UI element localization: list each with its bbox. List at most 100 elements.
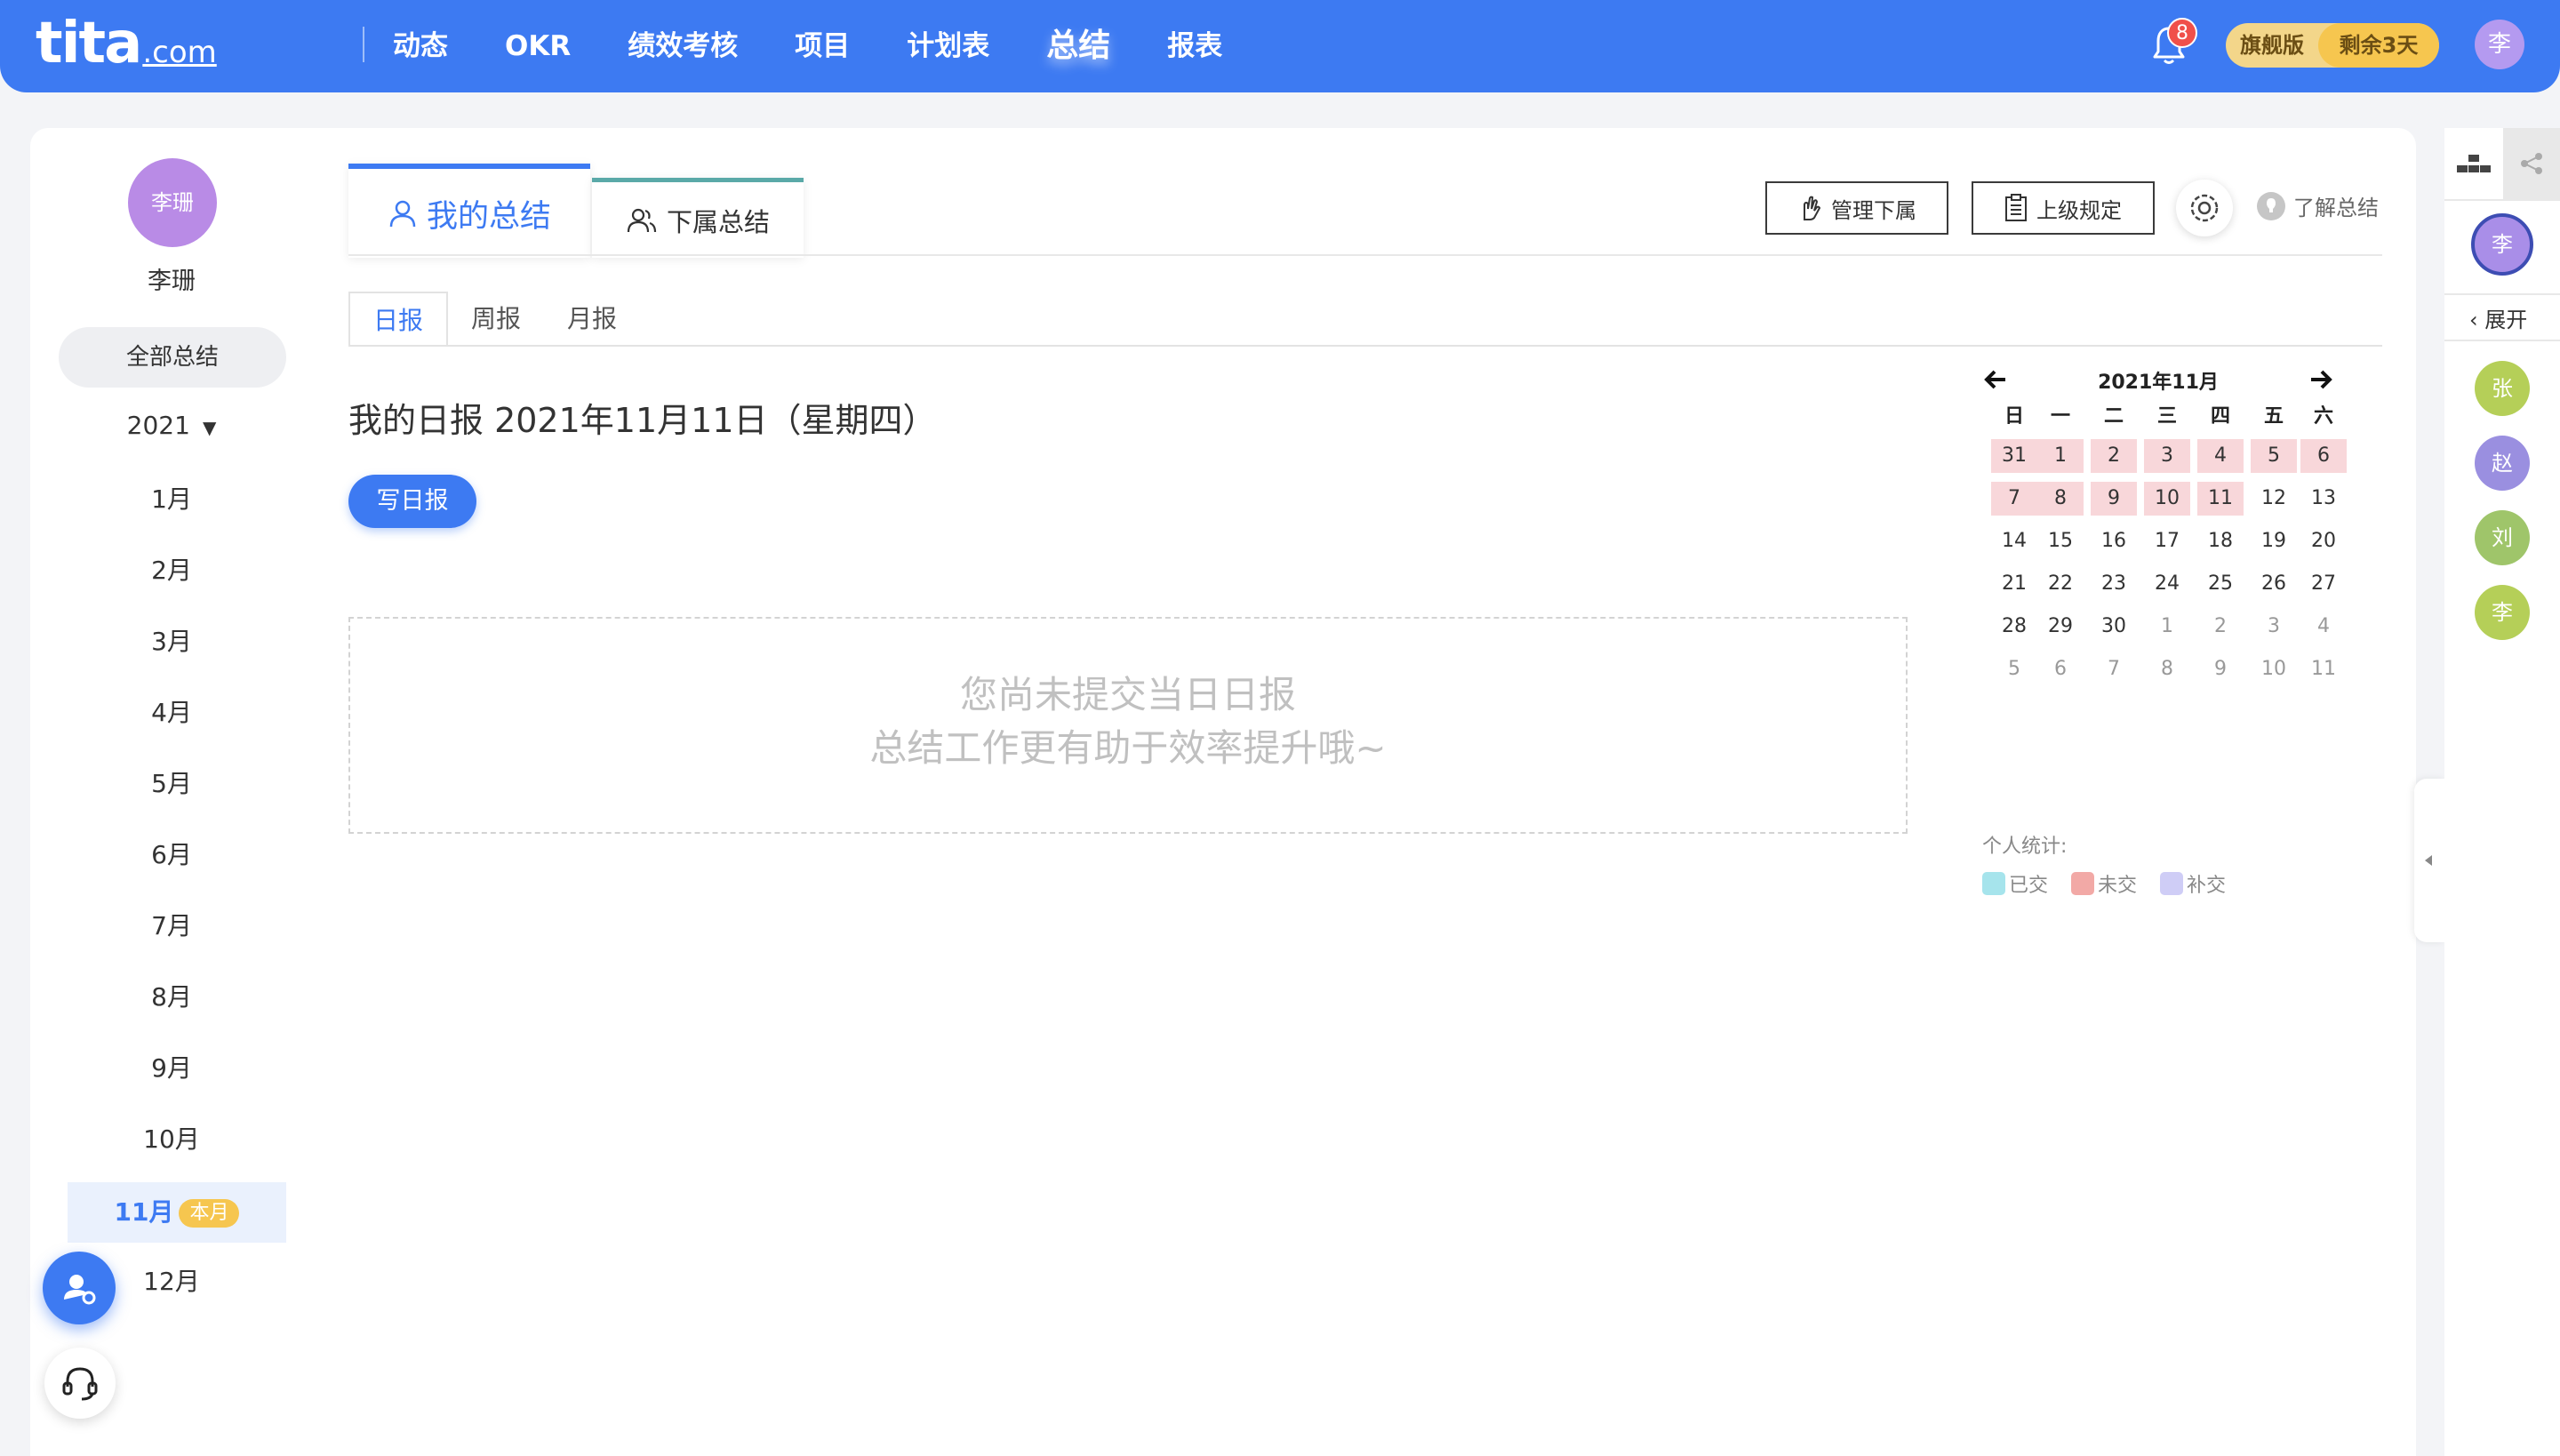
- tab-weekly[interactable]: 周报: [448, 292, 544, 347]
- calendar-day-missed[interactable]: 6: [2300, 439, 2347, 473]
- tab-my-summary[interactable]: 我的总结: [348, 164, 590, 258]
- calendar-day-missed[interactable]: 7: [1991, 482, 2037, 516]
- superior-rules-button[interactable]: 上级规定: [1972, 181, 2155, 235]
- learn-summary-label: 了解总结: [2293, 196, 2379, 220]
- calendar-day-missed[interactable]: 11: [2197, 482, 2244, 516]
- calendar-day[interactable]: 28: [1991, 610, 2037, 644]
- share-button[interactable]: [2503, 128, 2560, 199]
- calendar-day[interactable]: 11: [2300, 652, 2347, 686]
- calendar-day[interactable]: 10: [2251, 652, 2297, 686]
- calendar-day[interactable]: 9: [2197, 652, 2244, 686]
- plan-badge[interactable]: 旗舰版 剩余3天: [2226, 23, 2439, 68]
- month-item[interactable]: 3月: [30, 612, 313, 672]
- calendar-day[interactable]: 20: [2300, 524, 2347, 558]
- user-settings-float-button[interactable]: [43, 1252, 116, 1324]
- calendar-day-missed[interactable]: 5: [2251, 439, 2297, 473]
- write-daily-report-button[interactable]: 写日报: [348, 475, 476, 528]
- month-item[interactable]: 8月: [30, 967, 313, 1028]
- nav-item-plans[interactable]: 计划表: [907, 0, 989, 92]
- month-item[interactable]: 7月: [30, 896, 313, 956]
- customer-service-button[interactable]: [44, 1348, 116, 1419]
- tabs-divider: [348, 254, 2382, 256]
- nav-item-performance[interactable]: 绩效考核: [628, 0, 738, 92]
- legend-label: 补交: [2187, 875, 2227, 897]
- panel-collapse-handle[interactable]: [2414, 779, 2444, 942]
- month-item[interactable]: 2月: [30, 540, 313, 601]
- calendar-day-missed[interactable]: 31: [1991, 439, 2037, 473]
- calendar-day[interactable]: 15: [2037, 524, 2084, 558]
- calendar-day[interactable]: 13: [2300, 482, 2347, 516]
- calendar-day[interactable]: 7: [2091, 652, 2137, 686]
- calendar-day[interactable]: 5: [1991, 652, 2037, 686]
- arrow-right-icon[interactable]: [2309, 368, 2332, 391]
- calendar-day-missed[interactable]: 9: [2091, 482, 2137, 516]
- calendar-day[interactable]: 23: [2091, 567, 2137, 601]
- logo-suffix: .com: [142, 35, 217, 70]
- tab-subordinate-summary[interactable]: 下属总结: [592, 178, 804, 258]
- all-summary-button[interactable]: 全部总结: [59, 327, 286, 388]
- legend-item: 未交: [2071, 869, 2137, 898]
- calendar-day[interactable]: 4: [2300, 610, 2347, 644]
- calendar-day[interactable]: 21: [1991, 567, 2037, 601]
- calendar-day[interactable]: 17: [2144, 524, 2190, 558]
- calendar-day-missed[interactable]: 3: [2144, 439, 2190, 473]
- panel-divider: [2444, 340, 2560, 341]
- tab-monthly[interactable]: 月报: [544, 292, 640, 347]
- calendar-day[interactable]: 18: [2197, 524, 2244, 558]
- nav-item-feed[interactable]: 动态: [393, 0, 448, 92]
- month-item[interactable]: 6月: [30, 825, 313, 885]
- calendar-day[interactable]: 2: [2197, 610, 2244, 644]
- month-item[interactable]: 4月: [30, 683, 313, 743]
- member-avatar[interactable]: 李: [2475, 585, 2530, 640]
- manage-subordinates-button[interactable]: 管理下属: [1765, 181, 1948, 235]
- person-icon: [389, 200, 416, 228]
- calendar-day-missed[interactable]: 2: [2091, 439, 2137, 473]
- member-avatar[interactable]: 赵: [2475, 436, 2530, 491]
- chevron-left-icon: ‹: [2469, 308, 2478, 332]
- calendar-day-missed[interactable]: 8: [2037, 482, 2084, 516]
- calendar-day[interactable]: 22: [2037, 567, 2084, 601]
- calendar-day[interactable]: 3: [2251, 610, 2297, 644]
- calendar-day[interactable]: 19: [2251, 524, 2297, 558]
- calendar-day[interactable]: 14: [1991, 524, 2037, 558]
- calendar-day-missed[interactable]: 1: [2037, 439, 2084, 473]
- calendar-day[interactable]: 30: [2091, 610, 2137, 644]
- top-navigation-bar: tita.com 动态 OKR 绩效考核 项目 计划表 总结 报表 8 旗舰版 …: [0, 0, 2560, 92]
- calendar-day[interactable]: 26: [2251, 567, 2297, 601]
- calendar-day-missed[interactable]: 4: [2197, 439, 2244, 473]
- month-item[interactable]: 9月: [30, 1038, 313, 1099]
- calendar-day[interactable]: 29: [2037, 610, 2084, 644]
- year-selector[interactable]: 2021 ▼: [30, 411, 313, 440]
- legend-label: 已交: [2009, 875, 2049, 897]
- expand-toggle[interactable]: ‹ 展开: [2469, 302, 2527, 333]
- calendar-day[interactable]: 27: [2300, 567, 2347, 601]
- nav-item-okr[interactable]: OKR: [505, 0, 571, 92]
- calendar-day[interactable]: 12: [2251, 482, 2297, 516]
- nav-item-reports[interactable]: 报表: [1167, 0, 1222, 92]
- my-avatar[interactable]: 李: [2471, 213, 2533, 276]
- calendar-day[interactable]: 6: [2037, 652, 2084, 686]
- nav-item-projects[interactable]: 项目: [795, 0, 850, 92]
- page-title: 我的日报 2021年11月11日（星期四）: [348, 401, 937, 440]
- nav-item-summary[interactable]: 总结: [1046, 0, 1110, 92]
- calendar-day-missed[interactable]: 10: [2144, 482, 2190, 516]
- personal-stats-label: 个人统计:: [1982, 836, 2068, 858]
- month-item[interactable]: 5月: [30, 754, 313, 814]
- settings-button[interactable]: [2176, 180, 2233, 236]
- calendar-day[interactable]: 24: [2144, 567, 2190, 601]
- month-item-current[interactable]: 11月 本月: [68, 1182, 286, 1243]
- member-avatar[interactable]: 张: [2475, 361, 2530, 416]
- calendar-day[interactable]: 25: [2197, 567, 2244, 601]
- learn-summary-link[interactable]: 了解总结: [2256, 190, 2379, 221]
- month-item[interactable]: 1月: [30, 469, 313, 530]
- tab-daily[interactable]: 日报: [348, 292, 449, 347]
- calendar-day[interactable]: 16: [2091, 524, 2137, 558]
- calendar-day[interactable]: 8: [2144, 652, 2190, 686]
- calendar-day[interactable]: 1: [2144, 610, 2190, 644]
- member-avatar[interactable]: 刘: [2475, 510, 2530, 565]
- tab-my-summary-label: 我的总结: [426, 198, 551, 235]
- tita-logo[interactable]: tita.com: [36, 12, 217, 75]
- org-chart-button[interactable]: [2444, 128, 2503, 199]
- month-item[interactable]: 10月: [30, 1109, 313, 1170]
- user-avatar[interactable]: 李: [2475, 20, 2524, 69]
